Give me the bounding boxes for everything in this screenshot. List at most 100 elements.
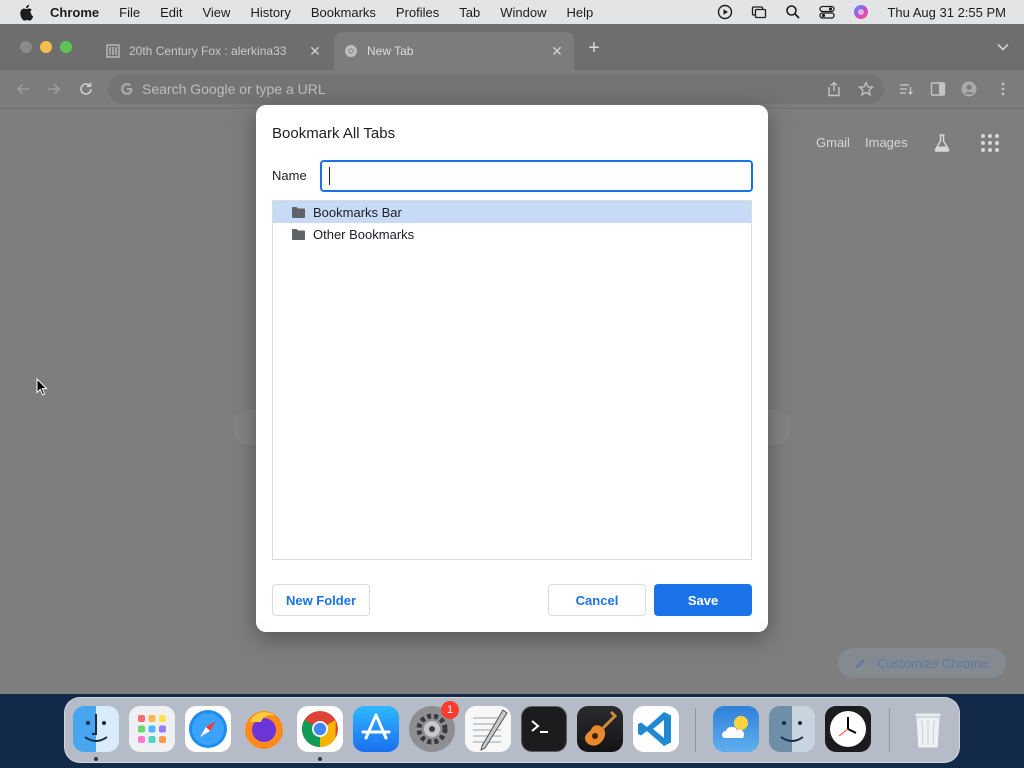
trash-app-icon[interactable]: [905, 706, 951, 752]
dock-separator: [695, 708, 696, 752]
images-link[interactable]: Images: [865, 135, 908, 150]
dock: 1: [64, 697, 960, 763]
tab-close-icon[interactable]: ✕: [550, 44, 564, 58]
folder-icon: [292, 228, 305, 240]
folder-label: Bookmarks Bar: [313, 204, 402, 220]
menubar-status-area: Thu Aug 31 2:55 PM: [717, 0, 1006, 24]
firefox-icon: [245, 711, 283, 749]
menu-profiles[interactable]: Profiles: [396, 5, 439, 20]
launchpad-app-icon[interactable]: [129, 706, 175, 752]
tab-20th-century-fox[interactable]: 20th Century Fox : alerkina33 ✕: [96, 32, 332, 70]
menu-bar: Chrome File Edit View History Bookmarks …: [0, 0, 1024, 24]
screen-mirroring-icon[interactable]: [751, 4, 767, 20]
new-tab-plus-icon[interactable]: +: [585, 38, 603, 58]
archive-building-icon: [106, 44, 120, 58]
clock-app-icon[interactable]: [825, 706, 871, 752]
spotlight-search-icon[interactable]: [785, 4, 801, 20]
folder-item-other-bookmarks[interactable]: Other Bookmarks: [273, 223, 751, 245]
notepad-pen-icon: [473, 709, 508, 751]
mouse-pointer-icon: [36, 378, 48, 396]
forward-arrow-icon[interactable]: [45, 80, 63, 98]
more-vertical-icon[interactable]: [995, 81, 1011, 97]
garageband-app-icon[interactable]: [577, 706, 623, 752]
window-zoom-button[interactable]: [60, 41, 72, 53]
folder-label: Other Bookmarks: [313, 226, 415, 242]
launchpad-grid-icon: [138, 715, 166, 743]
running-indicator: [94, 757, 98, 761]
apple-icon[interactable]: [18, 3, 36, 21]
save-button[interactable]: Save: [654, 584, 752, 616]
tab-close-icon[interactable]: ✕: [308, 44, 322, 58]
side-panel-icon[interactable]: [930, 81, 946, 97]
terminal-prompt-icon: [531, 720, 548, 733]
menu-view[interactable]: View: [202, 5, 230, 20]
menubar-clock[interactable]: Thu Aug 31 2:55 PM: [887, 5, 1006, 20]
menu-window[interactable]: Window: [500, 5, 546, 20]
menu-edit[interactable]: Edit: [160, 5, 182, 20]
migration-face-icon: [780, 721, 804, 742]
omnibox[interactable]: Search Google or type a URL: [108, 74, 884, 104]
menu-help[interactable]: Help: [567, 5, 594, 20]
chrome-app-icon[interactable]: [297, 706, 343, 752]
share-icon[interactable]: [826, 81, 842, 97]
tab-title: 20th Century Fox : alerkina33: [129, 44, 287, 58]
name-input[interactable]: [320, 160, 753, 192]
menu-bookmarks[interactable]: Bookmarks: [311, 5, 376, 20]
compass-icon: [189, 710, 227, 748]
text-cursor: [329, 167, 330, 185]
menu-history[interactable]: History: [250, 5, 290, 20]
app-store-a-icon: [361, 713, 391, 740]
omnibox-placeholder: Search Google or type a URL: [142, 81, 326, 97]
firefox-app-icon[interactable]: [241, 706, 287, 752]
window-close-button[interactable]: [20, 41, 32, 53]
google-g-icon: [121, 83, 133, 95]
reload-icon[interactable]: [77, 80, 95, 98]
menu-file[interactable]: File: [119, 5, 140, 20]
window-minimize-button[interactable]: [40, 41, 52, 53]
safari-app-icon[interactable]: [185, 706, 231, 752]
menu-tab[interactable]: Tab: [459, 5, 480, 20]
siri-icon[interactable]: [853, 4, 869, 20]
customize-chrome-label: Customize Chrome: [877, 655, 989, 671]
cancel-button[interactable]: Cancel: [548, 584, 646, 616]
folder-item-bookmarks-bar[interactable]: Bookmarks Bar: [273, 201, 751, 223]
running-indicator: [318, 757, 322, 761]
customize-chrome-button[interactable]: Customize Chrome: [838, 648, 1006, 678]
finder-app-icon[interactable]: [73, 706, 119, 752]
control-center-icon[interactable]: [819, 4, 836, 20]
browser-toolbar: Search Google or type a URL: [0, 70, 1024, 108]
chrome-logo-icon: [301, 711, 338, 747]
migration-assistant-app-icon[interactable]: [769, 706, 815, 752]
dock-separator: [889, 708, 890, 752]
chevron-down-icon[interactable]: [996, 40, 1010, 54]
play-circle-icon[interactable]: [717, 4, 733, 20]
trash-can-icon: [914, 712, 942, 749]
terminal-app-icon[interactable]: [521, 706, 567, 752]
tab-new-tab[interactable]: New Tab ✕: [334, 32, 574, 70]
bookmark-all-tabs-dialog: Bookmark All Tabs Name Bookmarks Bar Oth…: [256, 105, 768, 632]
back-arrow-icon[interactable]: [14, 80, 32, 98]
finder-face-icon: [84, 714, 108, 742]
pencil-icon: [855, 658, 865, 668]
dialog-title: Bookmark All Tabs: [272, 125, 396, 142]
folder-icon: [292, 206, 305, 218]
apps-grid-icon[interactable]: [980, 133, 1000, 153]
reading-list-icon[interactable]: [898, 81, 914, 97]
weather-cloud-sun-icon: [722, 716, 748, 738]
vscode-app-icon[interactable]: [633, 706, 679, 752]
gmail-link[interactable]: Gmail: [816, 135, 850, 150]
textedit-app-icon[interactable]: [465, 706, 511, 752]
weather-app-icon[interactable]: [713, 706, 759, 752]
folder-tree[interactable]: Bookmarks Bar Other Bookmarks: [272, 200, 752, 560]
tab-title: New Tab: [367, 44, 414, 58]
menu-chrome[interactable]: Chrome: [50, 5, 99, 20]
guitar-icon: [585, 710, 618, 746]
labs-flask-icon[interactable]: [932, 133, 952, 153]
app-store-app-icon[interactable]: [353, 706, 399, 752]
new-folder-button[interactable]: New Folder: [272, 584, 370, 616]
clock-face-icon: [830, 711, 866, 747]
notification-badge: 1: [441, 701, 459, 719]
vscode-logo-icon: [638, 712, 671, 746]
star-bookmark-icon[interactable]: [858, 81, 874, 97]
profile-avatar-icon[interactable]: [961, 81, 977, 97]
